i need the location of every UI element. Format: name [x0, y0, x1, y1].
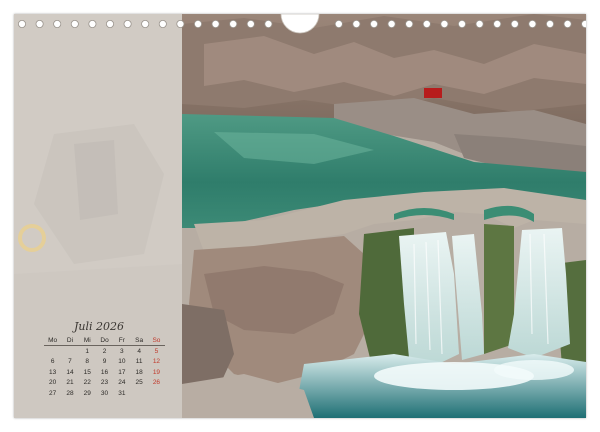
calendar-day	[44, 346, 61, 357]
binding-hole	[352, 20, 361, 28]
calendar-day: 23	[100, 379, 109, 387]
calendar-day: 8	[85, 358, 90, 366]
calendar-day: 10	[118, 358, 126, 366]
binding-hole	[123, 20, 132, 28]
binding-hole	[405, 20, 414, 28]
calendar-day-sunday: 19	[152, 368, 161, 376]
weekday-label: Mo	[44, 336, 62, 346]
binding-hole	[581, 20, 586, 28]
calendar-day: 25	[135, 379, 143, 387]
calendar-day: 28	[66, 389, 74, 397]
calendar-day: 31	[118, 389, 126, 397]
binding-hole	[193, 20, 202, 28]
calendar-week-row: 1 2 3 4 5	[44, 346, 165, 357]
binding-hole	[422, 20, 431, 28]
calendar-day: 17	[118, 368, 126, 376]
binding-hole	[158, 20, 167, 28]
calendar-day: 11	[135, 358, 143, 366]
calendar-day: 27	[49, 389, 57, 397]
binding-hole	[528, 20, 537, 28]
binding-hole	[475, 20, 484, 28]
binding-hole	[141, 20, 150, 28]
weekday-label: Mi	[78, 336, 96, 346]
binding-hole	[53, 20, 62, 28]
binding-hole	[211, 20, 220, 28]
calendar-day-sunday: 12	[152, 358, 161, 366]
binding-hole	[493, 20, 502, 28]
binding-hole	[510, 20, 519, 28]
calendar-day: 1	[85, 347, 90, 355]
calendar-day: 30	[100, 389, 109, 397]
binding-hole	[369, 20, 378, 28]
calendar-grid: Mo Di Mi Do Fr Sa So 1 2 3 4 5 6 7 8 9 1…	[44, 336, 166, 399]
weekday-label: Di	[61, 336, 79, 346]
binding-hole	[440, 20, 449, 28]
calendar-day	[130, 388, 147, 399]
binding-hole	[88, 20, 97, 28]
calendar-day-sunday	[148, 388, 165, 399]
calendar-page: Juli 2026 Mo Di Mi Do Fr Sa So 1 2 3 4 5	[14, 14, 586, 418]
binding-hole	[229, 20, 238, 28]
calendar-day: 6	[50, 358, 55, 366]
binding-hole	[387, 20, 396, 28]
binding-hole	[334, 20, 343, 28]
binding-hole	[546, 20, 555, 28]
binding-hole	[18, 20, 26, 28]
month-title: Juli 2026	[74, 320, 125, 333]
weekday-label: Fr	[113, 336, 131, 346]
binding-hole	[563, 20, 572, 28]
weekday-label: Do	[95, 336, 114, 346]
calendar-day	[61, 346, 78, 357]
binding-hole	[106, 20, 115, 28]
calendar-day: 29	[83, 389, 91, 397]
spiral-binding	[18, 14, 586, 34]
calendar-day: 20	[49, 379, 57, 387]
calendar-week-row: 20 21 22 23 24 25 26	[44, 378, 165, 389]
calendar-day: 9	[102, 358, 107, 366]
calendar-day: 16	[100, 368, 109, 376]
binding-hole	[457, 20, 466, 28]
calendar-day: 18	[135, 368, 143, 376]
binding-hole	[246, 20, 255, 28]
weekday-label: Sa	[130, 336, 148, 346]
calendar-day: 24	[118, 379, 126, 387]
calendar-day: 13	[49, 368, 57, 376]
calendar-day: 21	[66, 379, 74, 387]
binding-hole	[176, 20, 185, 28]
calendar-week-row: 27 28 29 30 31	[44, 388, 165, 399]
calendar-day-sunday: 26	[152, 379, 161, 387]
calendar-week-row: 6 7 8 9 10 11 12	[44, 357, 165, 368]
calendar-day: 2	[102, 347, 107, 355]
hanger-notch-icon	[280, 14, 320, 34]
binding-hole	[264, 20, 273, 28]
calendar-day: 7	[68, 358, 72, 366]
calendar-day: 4	[137, 347, 141, 355]
calendar-day: 3	[120, 347, 124, 355]
calendar-day: 14	[66, 368, 74, 376]
calendar-day-sunday: 5	[154, 347, 159, 355]
weekday-label-sunday: So	[147, 336, 166, 346]
binding-hole	[70, 20, 79, 28]
calendar-day: 22	[83, 379, 91, 387]
binding-hole	[35, 20, 44, 28]
weekday-header-row: Mo Di Mi Do Fr Sa So	[44, 336, 166, 346]
calendar-day: 15	[83, 368, 91, 376]
calendar-week-row: 13 14 15 16 17 18 19	[44, 367, 165, 378]
